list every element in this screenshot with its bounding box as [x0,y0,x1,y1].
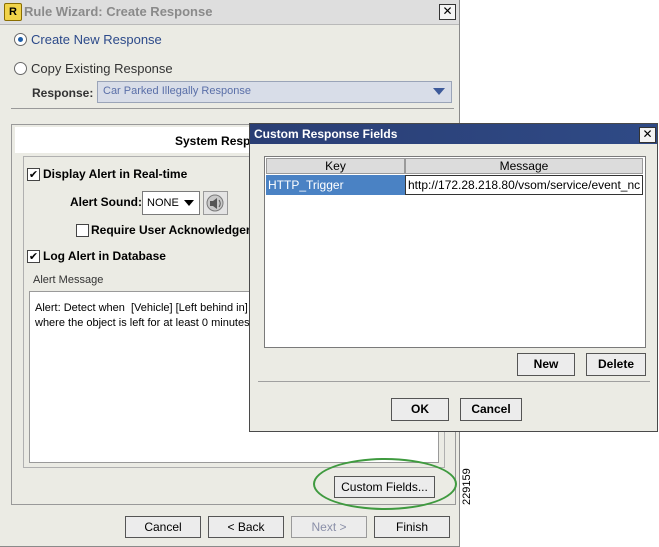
response-dropdown[interactable]: Car Parked Illegally Response [97,81,452,103]
column-header-key[interactable]: Key [266,158,405,174]
speaker-icon [206,194,224,212]
close-icon[interactable]: ✕ [639,127,656,143]
back-button[interactable]: < Back [208,516,284,538]
figure-number: 229159 [461,468,473,505]
table-row-key-cell[interactable]: HTTP_Trigger [266,175,405,195]
create-new-response-radio[interactable] [14,33,27,46]
display-alert-checkbox[interactable]: ✔ [27,168,40,181]
alert-sound-label: Alert Sound: [70,195,142,209]
custom-fields-table: Key Message HTTP_Trigger http://172.28.2… [264,156,646,348]
create-new-response-label[interactable]: Create New Response [31,32,162,47]
chevron-down-icon [184,200,194,206]
alert-sound-dropdown[interactable]: NONE [142,191,200,215]
response-label: Response: [32,86,94,100]
display-alert-label[interactable]: Display Alert in Real-time [43,167,187,181]
highlight-annotation [313,458,457,510]
delete-button[interactable]: Delete [586,353,646,376]
divider [258,381,650,382]
system-response-title: System Resp [175,134,251,148]
wizard-title: Rule Wizard: Create Response [24,4,213,19]
log-alert-label[interactable]: Log Alert in Database [43,249,166,263]
log-alert-checkbox[interactable]: ✔ [27,250,40,263]
app-logo-icon: R [4,3,22,21]
finish-button[interactable]: Finish [374,516,450,538]
dialog-title: Custom Response Fields [254,127,398,141]
column-header-message[interactable]: Message [405,158,643,174]
new-button[interactable]: New [517,353,575,376]
require-acknowledgement-checkbox[interactable] [76,224,89,237]
alert-message-text: Alert: Detect when [Vehicle] [Left behin… [35,302,250,329]
copy-existing-response-radio[interactable] [14,62,27,75]
dialog-cancel-button[interactable]: Cancel [460,398,522,421]
next-button: Next > [291,516,367,538]
custom-response-fields-dialog: Custom Response Fields ✕ Key Message HTT… [249,123,658,432]
dialog-titlebar: Custom Response Fields ✕ [250,124,657,144]
alert-message-label: Alert Message [33,274,104,286]
play-sound-button[interactable] [203,191,228,215]
response-dropdown-value: Car Parked Illegally Response [103,85,251,97]
table-row-message-cell[interactable]: http://172.28.218.80/vsom/service/event_… [405,175,643,195]
divider [11,108,454,109]
alert-sound-value: NONE [147,197,179,209]
require-acknowledgement-label[interactable]: Require User Acknowledger [91,223,251,237]
chevron-down-icon [433,88,445,95]
wizard-titlebar: R Rule Wizard: Create Response ✕ [0,0,459,25]
ok-button[interactable]: OK [391,398,449,421]
close-icon[interactable]: ✕ [439,4,456,20]
copy-existing-response-label[interactable]: Copy Existing Response [31,61,173,76]
cancel-button[interactable]: Cancel [125,516,201,538]
